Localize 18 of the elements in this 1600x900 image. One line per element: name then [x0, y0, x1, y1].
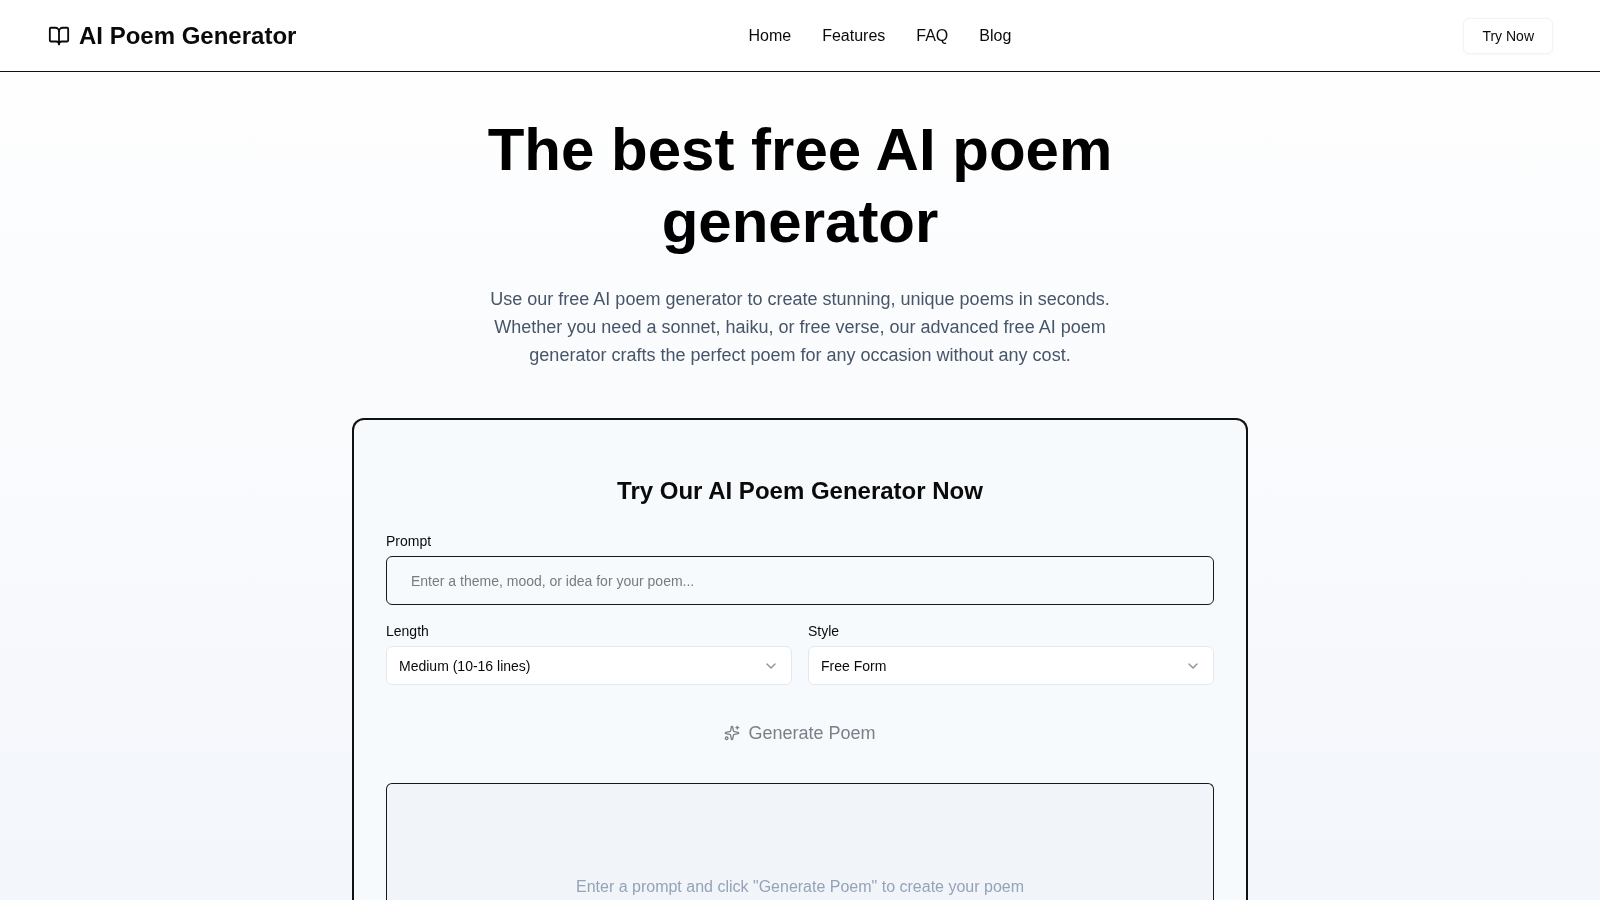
- hero-title: The best free AI poem generator: [486, 115, 1114, 257]
- field-label: Prompt: [386, 532, 433, 551]
- prompt-input[interactable]: Enter a theme, mood, or idea for your poem...: [386, 556, 1214, 605]
- try-now-button[interactable]: Try Now: [1463, 17, 1553, 54]
- nav-link[interactable]: Features: [822, 26, 886, 45]
- output-hint-text: Enter a prompt and click "Generate Poem" to create your poem: [576, 877, 1024, 897]
- hero-description: Use our free AI poem generator to create stunning, unique poems in seconds. Whether you need a sonnet, haiku, or free verse, our advanced free AI poem generator crafts the perfect poem for any occasion without any cost.: [489, 288, 1111, 367]
- nav-link[interactable]: FAQ: [916, 26, 949, 45]
- site-title[interactable]: AI Poem Generator: [79, 21, 297, 50]
- nav-link[interactable]: Blog: [979, 26, 1012, 45]
- sparkle-icon: [724, 725, 741, 741]
- field-label: Style: [808, 622, 841, 641]
- field-label: Length: [386, 622, 430, 641]
- dropdown-select[interactable]: Free Form: [808, 646, 1214, 685]
- dropdown-select[interactable]: Medium (10-16 lines): [386, 646, 792, 685]
- nav-link[interactable]: Home: [748, 26, 792, 45]
- book-icon: [48, 24, 70, 47]
- card-title: Try Our AI Poem Generator Now: [616, 476, 984, 506]
